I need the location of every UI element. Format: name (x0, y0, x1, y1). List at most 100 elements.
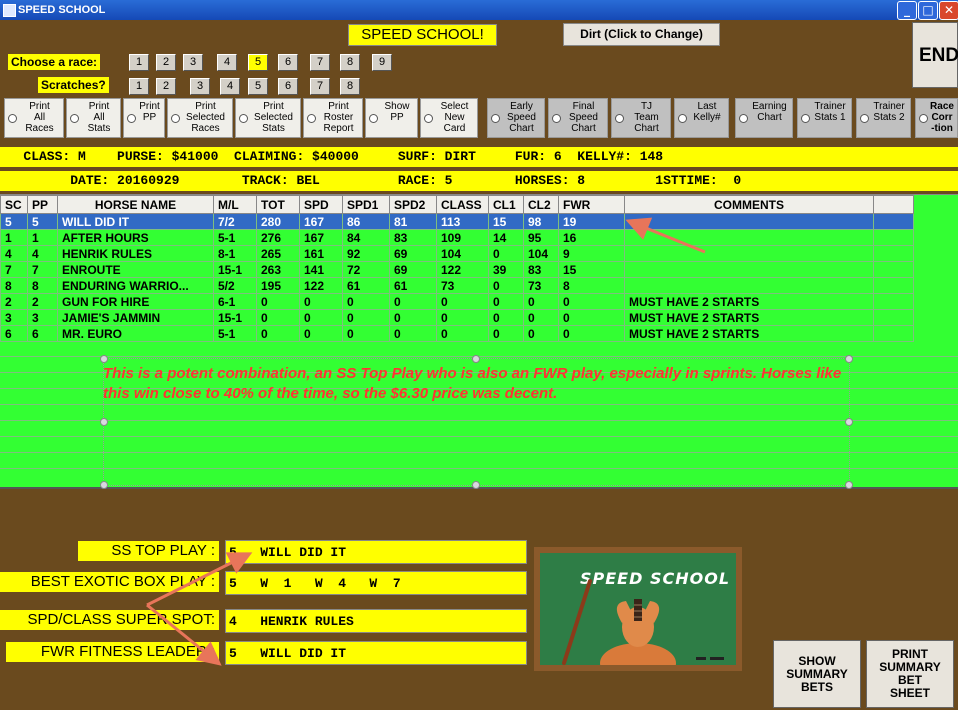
chalkboard: SPEED SCHOOL (540, 553, 736, 665)
race-button-7[interactable]: 7 (310, 54, 330, 71)
option-trainer-stats-1[interactable]: Trainer Stats 1 (797, 98, 852, 138)
top-play-value: 5 WILL DID IT (225, 540, 527, 564)
scratch-button-7[interactable]: 7 (310, 78, 330, 95)
column-header[interactable]: FWR (558, 195, 625, 214)
table-row[interactable]: 4 4 HENRIK RULES 8-1 265 161 92 69 104 0 104 9 (0, 245, 914, 262)
resize-handle[interactable] (100, 355, 108, 363)
scratch-button-5[interactable]: 5 (248, 78, 268, 95)
option-print-roster-report[interactable]: Print Roster Report (303, 98, 363, 138)
radio-icon[interactable] (860, 114, 869, 123)
option-race-correction[interactable]: Race Corr -tion (915, 98, 958, 138)
radio-icon[interactable] (239, 114, 248, 123)
table-row[interactable]: 5 5 WILL DID IT 7/2 280 167 86 81 113 15 98 19 (0, 213, 914, 230)
column-header[interactable]: COMMENTS (624, 195, 874, 214)
resize-handle[interactable] (472, 481, 480, 489)
scratch-button-6[interactable]: 6 (278, 78, 298, 95)
race-button-2[interactable]: 2 (156, 54, 176, 71)
resize-handle[interactable] (100, 418, 108, 426)
resize-handle[interactable] (845, 355, 853, 363)
resize-handle[interactable] (472, 355, 480, 363)
column-header[interactable]: SC (0, 195, 28, 214)
radio-icon[interactable] (307, 114, 316, 123)
option-final-speed-chart[interactable]: Final Speed Chart (548, 98, 608, 138)
option-last-kelly[interactable]: Last Kelly# (674, 98, 729, 138)
minimize-icon[interactable]: _ (897, 1, 917, 20)
table-row[interactable]: 6 6 MR. EURO 5-1 0 0 0 0 0 0 0 0 MUST HAVE 2 STARTS (0, 325, 914, 342)
option-print-selected-stats[interactable]: Print Selected Stats (235, 98, 301, 138)
window-title: SPEED SCHOOL (18, 4, 106, 16)
column-header[interactable]: CL2 (523, 195, 559, 214)
scratch-button-4[interactable]: 4 (220, 78, 240, 95)
exotic-play-value: 5 W 1 W 4 W 7 (225, 571, 527, 595)
scratch-button-3[interactable]: 3 (190, 78, 210, 95)
column-header[interactable]: PP (27, 195, 58, 214)
scratch-button-2[interactable]: 2 (156, 78, 176, 95)
radio-icon[interactable] (127, 114, 136, 123)
option-print-all-stats[interactable]: Print All Stats (66, 98, 121, 138)
option-print-all-races[interactable]: Print All Races (4, 98, 64, 138)
column-header[interactable]: SPD1 (342, 195, 390, 214)
column-header (873, 195, 914, 214)
race-button-1[interactable]: 1 (129, 54, 149, 71)
column-header[interactable]: CLASS (436, 195, 489, 214)
end-button[interactable]: END (912, 22, 958, 88)
table-row[interactable]: 2 2 GUN FOR HIRE 6-1 0 0 0 0 0 0 0 0 MUST HAVE 2 STA… (0, 293, 914, 310)
resize-handle[interactable] (845, 418, 853, 426)
show-summary-bets-button[interactable]: SHOW SUMMARY BETS (773, 640, 861, 708)
radio-icon[interactable] (8, 114, 17, 123)
race-button-8[interactable]: 8 (340, 54, 360, 71)
radio-icon[interactable] (171, 114, 180, 123)
radio-icon[interactable] (70, 114, 79, 123)
radio-icon[interactable] (615, 114, 624, 123)
scratch-button-8[interactable]: 8 (340, 78, 360, 95)
resize-handle[interactable] (100, 481, 108, 489)
surface-toggle-button[interactable]: Dirt (Click to Change) (563, 23, 720, 46)
table-row[interactable]: 1 1 AFTER HOURS 5-1 276 167 84 83 109 14 95 16 (0, 229, 914, 246)
print-summary-bet-sheet-button[interactable]: PRINT SUMMARY BET SHEET (866, 640, 954, 708)
option-select-new-card[interactable]: Select New Card (420, 98, 478, 138)
race-button-3[interactable]: 3 (183, 54, 203, 71)
radio-icon[interactable] (919, 114, 928, 123)
column-header[interactable]: M/L (213, 195, 257, 214)
column-header[interactable]: CL1 (488, 195, 524, 214)
radio-icon[interactable] (369, 114, 378, 123)
exotic-play-label: BEST EXOTIC BOX PLAY : (0, 572, 219, 592)
annotation-text[interactable]: This is a potent combination, an SS Top … (103, 364, 848, 404)
option-print-pp[interactable]: Print PP (123, 98, 165, 138)
radio-icon[interactable] (424, 114, 433, 123)
table-row[interactable]: 7 7 ENROUTE 15-1 263 141 72 69 122 39 83 15 (0, 261, 914, 278)
radio-icon[interactable] (552, 114, 561, 123)
race-button-4[interactable]: 4 (217, 54, 237, 71)
radio-icon[interactable] (739, 114, 748, 123)
radio-icon[interactable] (678, 114, 687, 123)
page-title: SPEED SCHOOL! (348, 24, 497, 46)
option-earning-chart[interactable]: Earning Chart (735, 98, 793, 138)
race-button-9[interactable]: 9 (372, 54, 392, 71)
option-trainer-stats-2[interactable]: Trainer Stats 2 (856, 98, 911, 138)
race-button-5[interactable]: 5 (248, 54, 268, 71)
choose-race-label: Choose a race: (8, 54, 101, 70)
app-icon (3, 4, 16, 17)
column-header[interactable]: SPD (299, 195, 343, 214)
race-info-line-1: CLASS: M PURSE: $41000 CLAIMING: $40000 … (0, 147, 958, 167)
option-tj-team-chart[interactable]: TJ Team Chart (611, 98, 671, 138)
column-header[interactable]: TOT (256, 195, 300, 214)
speed-school-logo: SPEED SCHOOL (534, 547, 742, 671)
super-spot-label: SPD/CLASS SUPER SPOT: (0, 610, 219, 630)
super-spot-value: 4 HENRIK RULES (225, 609, 527, 633)
column-header[interactable]: SPD2 (389, 195, 437, 214)
radio-icon[interactable] (491, 114, 500, 123)
radio-icon[interactable] (801, 114, 810, 123)
race-button-6[interactable]: 6 (278, 54, 298, 71)
option-show-pp[interactable]: Show PP (365, 98, 418, 138)
close-icon[interactable]: ✕ (939, 1, 958, 20)
option-early-speed-chart[interactable]: Early Speed Chart (487, 98, 545, 138)
table-row[interactable]: 3 3 JAMIE'S JAMMIN 15-1 0 0 0 0 0 0 0 0 MUST HAVE 2 … (0, 309, 914, 326)
teacher-illustration-icon (562, 579, 724, 665)
table-row[interactable]: 8 8 ENDURING WARRIO... 5/2 195 122 61 61 73 0 73 8 (0, 277, 914, 294)
column-header[interactable]: HORSE NAME (57, 195, 214, 214)
scratch-button-1[interactable]: 1 (129, 78, 149, 95)
resize-handle[interactable] (845, 481, 853, 489)
maximize-icon[interactable]: □ (918, 1, 938, 20)
option-print-selected-races[interactable]: Print Selected Races (167, 98, 233, 138)
